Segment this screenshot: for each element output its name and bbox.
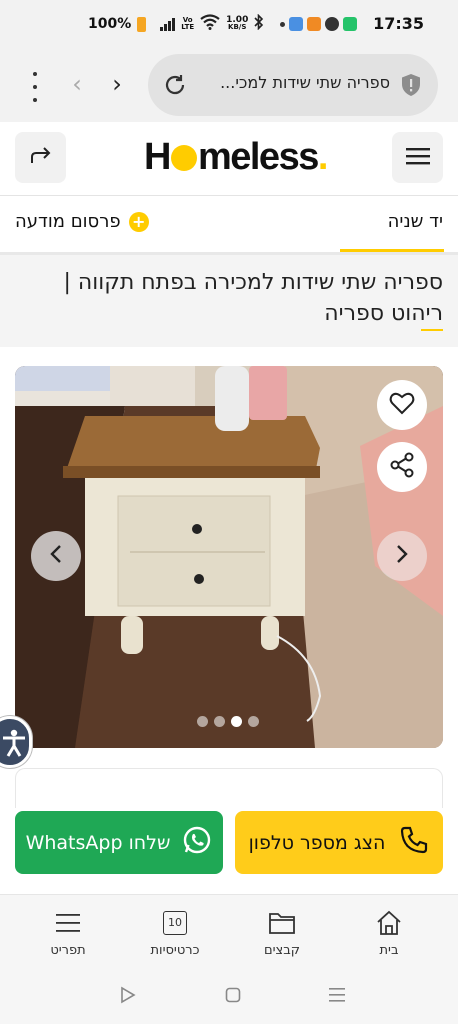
system-back-icon[interactable] [119,986,137,1008]
nav-home-label: בית [379,943,399,958]
category-tabs: יד שניה + פרסום מודעה [0,197,458,255]
tab-second-hand[interactable]: יד שניה [388,211,443,232]
show-phone-label: הצג מספר טלפון [248,831,386,854]
plus-icon: + [128,211,149,232]
listing-gallery[interactable] [15,366,443,748]
chevron-left-icon [49,544,63,568]
browser-toolbar: ‹ › ספריה שתי שידות למכי... [0,52,458,122]
pagination-dot[interactable] [248,716,259,727]
menu-button[interactable] [392,132,443,183]
whatsapp-icon [182,825,212,860]
nav-files-label: קבצים [264,943,300,958]
heart-icon [389,391,415,419]
pagination-dot[interactable] [197,716,208,727]
chevron-right-icon [395,544,409,568]
gallery-pagination [197,716,259,727]
post-ad-label: פרסום מודעה [15,211,121,232]
reload-icon[interactable] [162,72,188,98]
nav-tabs-label: כרטיסיות [150,943,200,958]
wifi-icon [200,14,220,34]
show-phone-button[interactable]: הצג מספר טלפון [235,811,443,874]
logo-yellow-o [170,145,197,171]
share-arrow-icon [29,146,53,170]
status-left: 100% Vo LTE 1.00 KB/S [88,13,264,34]
status-bar: 100% Vo LTE 1.00 KB/S 17:35 [0,0,458,52]
phone-icon [399,825,429,860]
tabs-counter-icon: 10 [135,907,215,939]
share-nodes-icon [390,452,414,482]
home-icon [349,907,429,939]
battery-icon [137,16,147,32]
accessibility-icon [1,729,27,761]
pagination-dot[interactable] [214,716,225,727]
accessibility-button[interactable] [0,716,32,768]
whatsapp-label: שלחו WhatsApp [25,831,171,854]
favorite-button[interactable] [377,380,427,430]
hamburger-icon [405,147,430,169]
system-home-icon[interactable] [225,987,241,1007]
system-navigation [0,968,458,1024]
notification-icons [280,17,357,31]
system-recents-icon[interactable] [328,987,346,1007]
back-arrow-icon[interactable]: ‹ [64,70,90,100]
whatsapp-button[interactable]: שלחו WhatsApp [15,811,223,874]
forward-arrow-icon[interactable]: › [104,70,130,100]
net-speed: 1.00 KB/S [226,15,249,31]
nav-menu-label: תפריט [50,943,86,958]
site-header: Hmeless. [0,122,458,196]
gallery-prev-button[interactable] [31,531,81,581]
title-area: ספריה שתי שידות למכירה בפתח תקווה | ריהו… [0,255,458,347]
nav-home[interactable]: בית [349,907,429,958]
signal-icon [160,17,176,31]
chat-bubble-icon [325,17,339,31]
pagination-dot-active[interactable] [231,716,242,727]
homeless-logo[interactable]: Hmeless. [144,136,328,179]
address-bar[interactable]: ספריה שתי שידות למכי... [148,54,438,116]
nav-files[interactable]: קבצים [242,907,322,958]
title-underline [421,329,443,331]
nav-tabs[interactable]: 10 כרטיסיות [135,907,215,958]
bluetooth-icon [254,13,264,34]
clock: 17:35 [373,14,424,33]
url-text[interactable]: ספריה שתי שידות למכי... [204,73,390,92]
listing-title: ספריה שתי שידות למכירה בפתח תקווה | ריהו… [63,270,443,326]
menu-lines-icon [28,907,108,939]
dot-icon [280,21,285,27]
details-card-edge [15,768,443,808]
nav-menu[interactable]: תפריט [28,907,108,958]
calendar-app-icon [289,17,303,31]
menu-dots-icon[interactable] [27,72,43,102]
news-app-icon [307,17,321,31]
folder-icon [242,907,322,939]
battery-percent: 100% [88,16,132,32]
post-ad-link[interactable]: + פרסום מודעה [15,211,149,232]
tabs-count: 10 [163,911,187,935]
share-button[interactable] [15,132,66,183]
share-listing-button[interactable] [377,442,427,492]
gallery-next-button[interactable] [377,531,427,581]
shield-icon[interactable] [400,73,422,97]
volte-icon: Vo LTE [181,16,195,31]
whatsapp-notif-icon [343,17,357,31]
bottom-navigation: בית קבצים 10 כרטיסיות תפריט [0,894,458,968]
